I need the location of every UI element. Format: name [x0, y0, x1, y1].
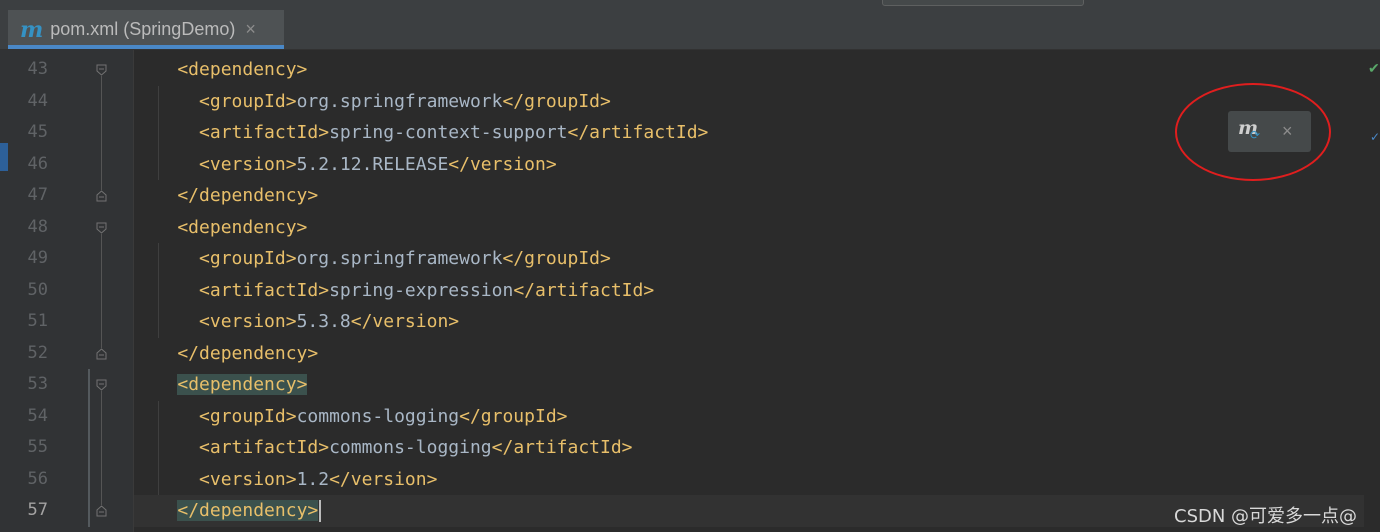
search-field[interactable] — [882, 0, 1084, 6]
xml-tag: </version> — [448, 153, 557, 175]
fold-connector — [101, 76, 102, 190]
line-number-gutter: 43 44 45 46 47 48 49 50 51 52 53 54 55 56 57 — [8, 50, 134, 532]
tab-pom-xml[interactable]: m pom.xml (SpringDemo) × — [8, 10, 284, 49]
fold-close-icon[interactable] — [96, 505, 107, 517]
line-number: 45 — [27, 122, 48, 142]
code-line[interactable]: <dependency> — [134, 212, 1364, 244]
code-line[interactable]: <dependency> — [134, 54, 1364, 86]
xml-value: spring-context-support — [329, 122, 568, 143]
xml-tag: </dependency> — [134, 342, 319, 364]
xml-value: commons-logging — [329, 437, 492, 458]
code-line[interactable]: <groupId>commons-logging</groupId> — [134, 401, 1364, 433]
fold-close-icon[interactable] — [96, 347, 107, 360]
xml-tag: <dependency> — [177, 374, 308, 395]
xml-value: 5.3.8 — [296, 311, 351, 332]
xml-tag: </dependency> — [177, 500, 319, 521]
line-number: 44 — [27, 90, 48, 111]
xml-tag: <version> — [134, 311, 297, 332]
line-number: 48 — [27, 216, 48, 237]
xml-tag: <version> — [134, 153, 297, 175]
xml-tag: <dependency> — [134, 216, 308, 238]
fold-connector — [101, 391, 102, 505]
xml-tag: </dependency> — [134, 185, 319, 206]
xml-tag: </version> — [350, 311, 460, 332]
xml-tag: </artifactId> — [491, 437, 633, 458]
check-icon: ✔ — [1368, 60, 1380, 76]
code-line[interactable]: </dependency> — [134, 338, 1364, 370]
line-number: 43 — [27, 59, 48, 79]
line-number: 47 — [27, 185, 48, 205]
line-number: 57 — [27, 500, 48, 520]
xml-value: commons-logging — [296, 405, 460, 427]
annotation-circle — [1175, 83, 1331, 181]
watermark: CSDN @可爱多一点@ — [1174, 506, 1358, 527]
code-line[interactable]: <version>5.3.8</version> — [134, 306, 1364, 338]
line-number: 55 — [27, 437, 48, 457]
fold-open-icon[interactable] — [96, 379, 107, 391]
left-tool-strip — [0, 50, 8, 532]
code-line[interactable]: <artifactId>spring-expression</artifactI… — [134, 275, 1364, 307]
line-number: 56 — [27, 468, 48, 489]
xml-tag: <groupId> — [134, 248, 297, 269]
tool-window-marker — [0, 143, 8, 171]
editor-tab-bar: m pom.xml (SpringDemo) × — [0, 10, 1380, 50]
vcs-change-marker — [88, 369, 90, 527]
code-line[interactable]: <groupId>org.springframework</groupId> — [134, 86, 1364, 118]
maven-icon: m — [20, 16, 44, 43]
title-strip — [0, 0, 1380, 10]
fold-open-icon[interactable] — [96, 222, 107, 234]
code-line[interactable]: <dependency> — [134, 369, 1364, 401]
xml-tag: <groupId> — [134, 405, 297, 427]
line-number: 51 — [27, 311, 48, 331]
line-number: 46 — [27, 153, 48, 174]
line-number: 52 — [27, 342, 48, 363]
xml-tag: </groupId> — [459, 405, 568, 427]
xml-value: org.springframework — [296, 90, 503, 112]
xml-tag: <dependency> — [134, 59, 308, 80]
xml-tag: </artifactId> — [567, 122, 709, 143]
code-line[interactable]: <groupId>org.springframework</groupId> — [134, 243, 1364, 275]
xml-tag: </groupId> — [502, 248, 611, 269]
fold-connector — [101, 233, 102, 348]
xml-tag: <version> — [134, 468, 297, 490]
text-caret — [319, 500, 322, 522]
xml-tag: <artifactId> — [134, 279, 330, 301]
editor-scrollbar[interactable]: ✔ ✓ — [1364, 50, 1380, 532]
xml-value: org.springframework — [296, 248, 503, 269]
xml-value: 5.2.12.RELEASE — [296, 153, 449, 175]
tab-title: pom.xml (SpringDemo) — [50, 19, 236, 39]
xml-tag: <artifactId> — [134, 437, 330, 458]
line-number: 49 — [27, 248, 48, 268]
xml-tag: </version> — [329, 468, 438, 490]
line-number: 50 — [27, 279, 48, 300]
line-number: 53 — [27, 374, 48, 394]
fold-open-icon[interactable] — [96, 64, 107, 76]
xml-tag: </groupId> — [502, 90, 611, 112]
code-line[interactable]: <version>5.2.12.RELEASE</version> — [134, 149, 1364, 181]
xml-tag: <artifactId> — [134, 122, 330, 143]
xml-tag: <groupId> — [134, 90, 297, 112]
change-marker: ✓ — [1370, 130, 1380, 144]
code-line[interactable]: <version>1.2</version> — [134, 464, 1364, 496]
xml-value: 1.2 — [296, 468, 330, 490]
fold-close-icon[interactable] — [96, 190, 107, 202]
tab-active-underline — [8, 45, 284, 49]
code-line[interactable]: </dependency> — [134, 180, 1364, 212]
code-line[interactable]: <artifactId>commons-logging</artifactId> — [134, 432, 1364, 464]
line-number: 54 — [27, 405, 48, 426]
xml-tag: </artifactId> — [513, 279, 655, 301]
xml-value: spring-expression — [329, 279, 514, 301]
close-icon[interactable]: × — [245, 19, 256, 40]
